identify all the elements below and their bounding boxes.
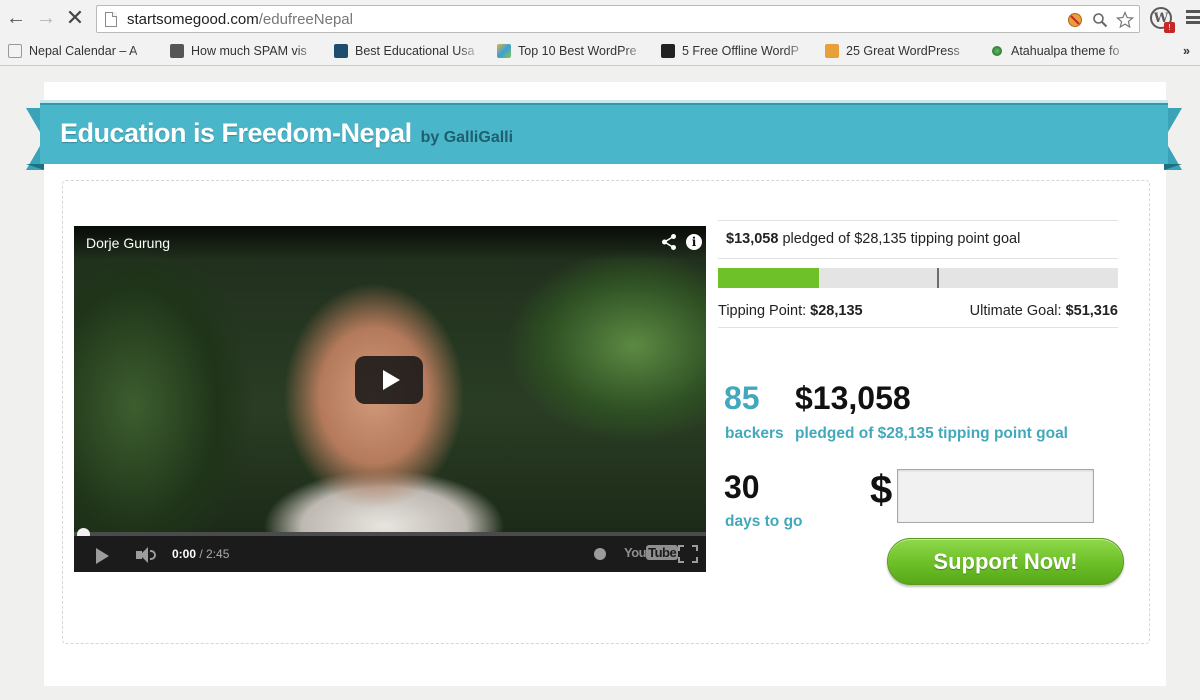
play-icon[interactable] <box>96 548 109 564</box>
bookmarks-overflow-icon[interactable]: » <box>1183 42 1193 60</box>
support-now-button[interactable]: Support Now! <box>887 538 1124 585</box>
pledge-amount-input[interactable] <box>897 469 1094 523</box>
extension-badge: ! <box>1164 22 1175 33</box>
pledged-total: $13,058 <box>795 380 911 416</box>
annotations-icon[interactable] <box>594 548 606 560</box>
site-favicon-icon <box>497 44 511 58</box>
back-icon[interactable]: ← <box>4 6 28 30</box>
share-icon[interactable] <box>660 233 678 251</box>
tipping-point: Tipping Point: $28,135 <box>718 303 863 319</box>
bookmark-item[interactable]: Best Educational Usa <box>334 42 482 60</box>
backers-label: backers <box>725 425 784 442</box>
funding-progress-fill <box>718 268 819 288</box>
days-label: days to go <box>725 513 803 530</box>
funding-progress-bar <box>718 268 1118 288</box>
divider <box>718 220 1118 221</box>
site-favicon-icon <box>825 44 839 58</box>
divider <box>718 327 1118 328</box>
tipping-point-marker <box>937 268 939 288</box>
campaign-title: Education is Freedom-Nepal <box>60 118 412 148</box>
zoom-icon[interactable] <box>1090 10 1110 30</box>
ultimate-goal: Ultimate Goal: $51,316 <box>969 303 1118 319</box>
forward-icon[interactable]: → <box>34 6 58 30</box>
volume-icon[interactable] <box>136 546 158 564</box>
youtube-logo[interactable]: You Tube <box>624 545 679 560</box>
play-button[interactable] <box>355 356 423 404</box>
bookmark-item[interactable]: How much SPAM vis <box>170 42 320 60</box>
blocked-icon[interactable] <box>1065 10 1085 30</box>
video-title[interactable]: Dorje Gurung <box>86 235 170 251</box>
site-favicon-icon <box>334 44 348 58</box>
days-count: 30 <box>724 469 760 505</box>
pledged-total-label: pledged of $28,135 tipping point goal <box>795 425 1068 442</box>
bookmark-item[interactable]: Atahualpa theme fo <box>990 42 1130 60</box>
stop-loading-icon[interactable]: ✕ <box>63 6 87 30</box>
fullscreen-icon[interactable] <box>678 545 698 563</box>
browser-chrome: ← → ✕ startsomegood.com/edufreeNepal W !… <box>0 0 1200 66</box>
currency-symbol: $ <box>870 468 893 512</box>
divider <box>718 258 1118 259</box>
page-icon <box>105 12 117 27</box>
address-bar-url: startsomegood.com/edufreeNepal <box>127 11 353 28</box>
bookmark-item[interactable]: 25 Great WordPress <box>825 42 973 60</box>
campaign-byline[interactable]: by GalliGalli <box>421 129 513 147</box>
bookmark-item[interactable]: 5 Free Offline WordP <box>661 42 809 60</box>
bookmark-star-icon[interactable] <box>1115 10 1135 30</box>
bookmarks-bar: Nepal Calendar – A How much SPAM vis Bes… <box>0 38 1200 64</box>
page-icon <box>8 44 22 58</box>
site-favicon-icon <box>170 44 184 58</box>
bookmark-item[interactable]: Top 10 Best WordPre <box>497 42 647 60</box>
campaign-header: Education is Freedom-Nepal by GalliGalli <box>40 100 1168 164</box>
video-time: 0:00 / 2:45 <box>172 547 230 561</box>
video-player[interactable]: Dorje Gurung i 0:00 / 2:45 You Tube <box>74 226 706 572</box>
site-favicon-icon <box>992 46 1002 56</box>
bookmark-item[interactable]: Nepal Calendar – A <box>8 42 156 60</box>
pledge-summary: $13,058 pledged of $28,135 tipping point… <box>726 231 1021 247</box>
browser-menu-icon[interactable] <box>1186 10 1200 24</box>
backers-count: 85 <box>724 380 760 416</box>
video-controls: 0:00 / 2:45 You Tube <box>74 536 706 572</box>
address-bar[interactable]: startsomegood.com/edufreeNepal <box>96 5 1140 33</box>
site-favicon-icon <box>661 44 675 58</box>
info-icon[interactable]: i <box>686 234 702 250</box>
